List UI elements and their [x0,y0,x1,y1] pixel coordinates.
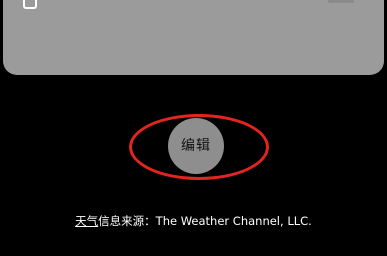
weather-link[interactable]: 天气 [75,214,98,228]
attribution-source-text: 信息来源：The Weather Channel, LLC. [98,214,312,228]
weather-attribution: 天气信息来源：The Weather Channel, LLC. [0,213,387,229]
card-handle [328,0,354,3]
phone-icon [23,0,37,9]
edit-button[interactable]: 编辑 [168,118,224,174]
widget-card[interactable] [3,0,384,75]
